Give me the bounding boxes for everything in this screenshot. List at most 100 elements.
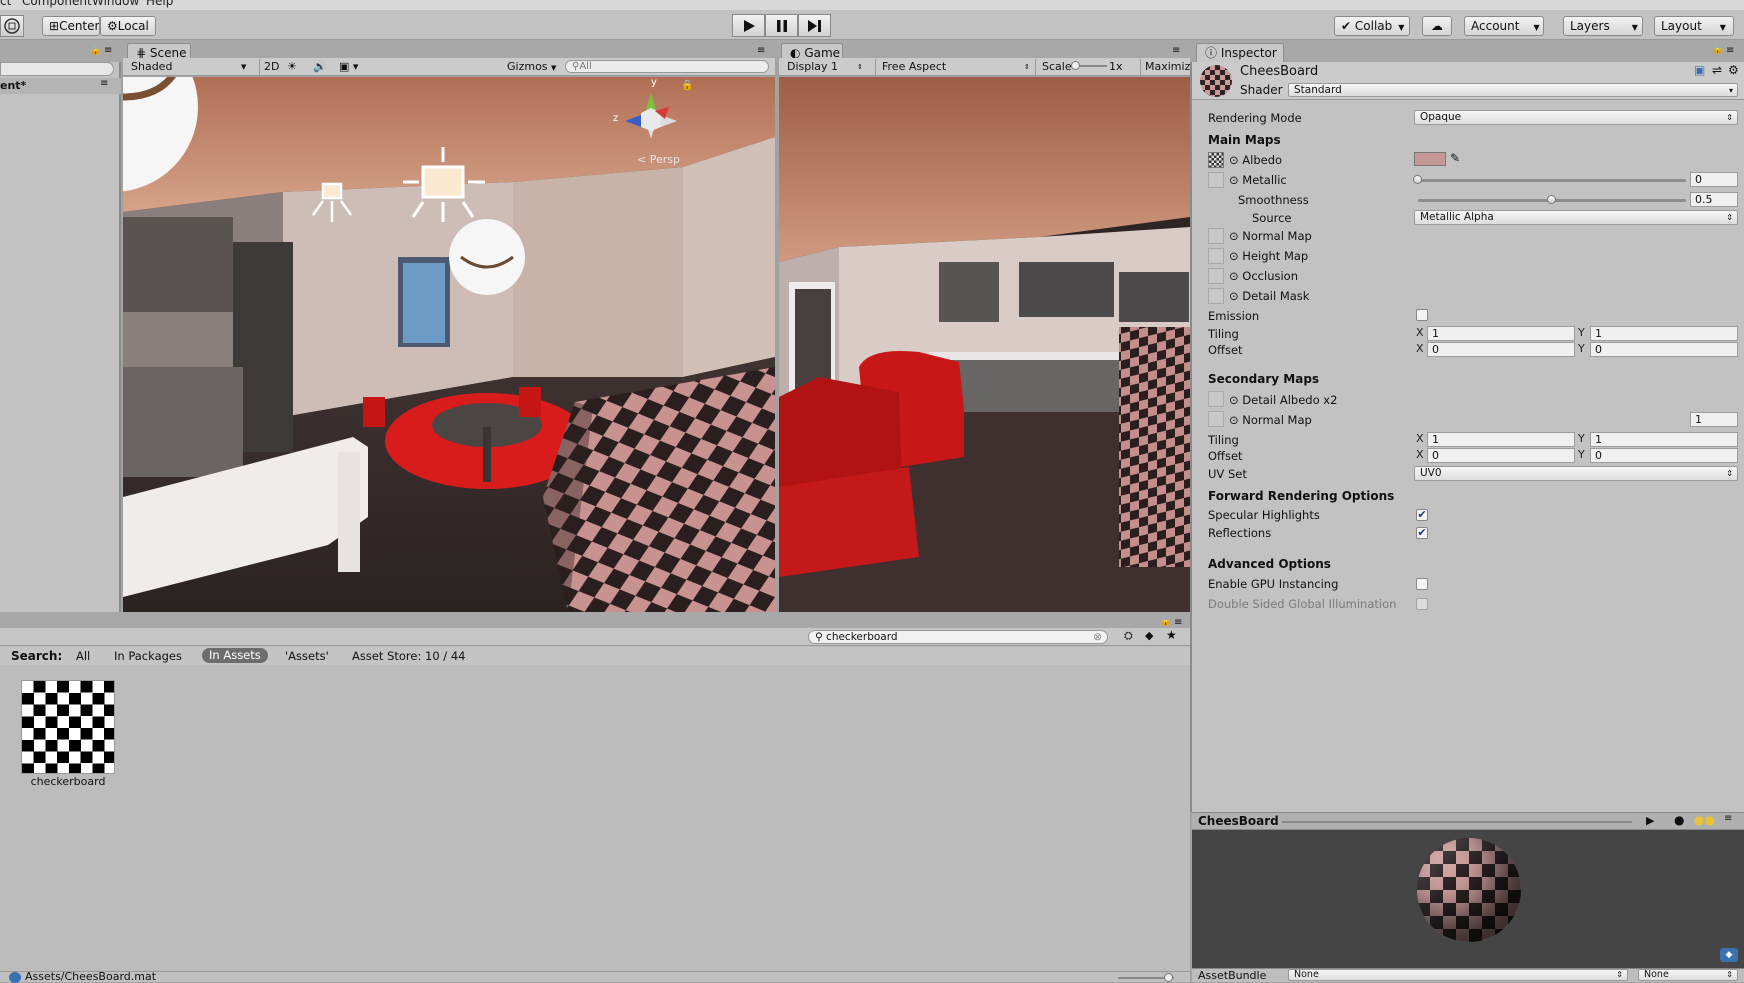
main-offset-x-field[interactable]: 0 xyxy=(1427,342,1575,357)
albedo-texture-slot[interactable] xyxy=(1208,152,1224,168)
filter-in-packages[interactable]: In Packages xyxy=(114,649,182,663)
audio-toggle-icon[interactable]: 🔊 xyxy=(313,59,327,75)
scale-slider-knob[interactable] xyxy=(1071,61,1080,70)
occlusion-slot[interactable] xyxy=(1208,268,1224,284)
normal-map-text: Normal Map xyxy=(1242,229,1312,243)
detail-albedo-slot[interactable] xyxy=(1208,391,1224,407)
help-icon[interactable]: ▣ xyxy=(1694,63,1705,77)
menu-item-window[interactable]: Window xyxy=(92,0,139,8)
account-dropdown[interactable]: Account ▼ xyxy=(1464,16,1544,36)
asset-thumbnail-checkerboard[interactable] xyxy=(21,680,115,774)
preset-icon[interactable]: ⇌ xyxy=(1712,63,1722,77)
preview-play-icon[interactable]: ▶ xyxy=(1646,814,1654,827)
emission-checkbox[interactable] xyxy=(1416,309,1428,321)
pivot-local-button[interactable]: ⚙Local xyxy=(100,16,156,36)
gear-icon[interactable]: ⚙ xyxy=(1728,63,1739,77)
game-viewport[interactable] xyxy=(779,77,1190,612)
metallic-value-field[interactable]: 0 xyxy=(1690,172,1738,187)
height-map-slot[interactable] xyxy=(1208,248,1224,264)
lock-icon[interactable]: 🔒 xyxy=(1712,45,1723,55)
filter-all[interactable]: All xyxy=(76,649,90,663)
thumbnail-size-knob[interactable] xyxy=(1164,973,1173,982)
gizmos-dropdown[interactable]: Gizmos ▼ xyxy=(507,59,556,76)
source-dropdown[interactable]: Metallic Alpha ⇕ xyxy=(1414,210,1738,225)
smoothness-slider-knob[interactable] xyxy=(1547,195,1556,204)
material-preview-area[interactable]: ◆ xyxy=(1192,830,1744,968)
collab-button[interactable]: ✔ Collab ▼ xyxy=(1334,16,1410,36)
eyedropper-icon[interactable]: ✎ xyxy=(1450,151,1460,165)
panel-menu-icon[interactable]: ≡ xyxy=(1172,45,1180,56)
menu-item-help[interactable]: Help xyxy=(146,0,173,8)
filter-assets-folder[interactable]: 'Assets' xyxy=(285,649,329,663)
hierarchy-scene-row[interactable]: ent* ≡ xyxy=(0,78,121,94)
panel-menu-icon[interactable]: ≡ xyxy=(757,45,765,56)
metallic-slider-knob[interactable] xyxy=(1413,175,1422,184)
metallic-slider[interactable] xyxy=(1418,179,1686,182)
main-tiling-y-field[interactable]: 1 xyxy=(1590,326,1738,341)
shading-mode-dropdown[interactable]: Shaded ▼ xyxy=(131,59,249,75)
lock-icon[interactable]: 🔒 xyxy=(90,46,101,56)
step-button[interactable] xyxy=(798,14,831,37)
layout-dropdown[interactable]: Layout ▼ xyxy=(1654,16,1734,36)
2d-toggle[interactable]: 2D xyxy=(259,59,279,75)
sec-offset-x-field[interactable]: 0 xyxy=(1427,448,1575,463)
gizmo-lock-icon[interactable]: 🔒 xyxy=(681,80,693,91)
transform-tool-button[interactable] xyxy=(0,15,24,37)
reflections-checkbox[interactable]: ✔ xyxy=(1416,527,1428,539)
tab-inspector[interactable]: ⓘ Inspector xyxy=(1196,43,1284,62)
gpu-instancing-checkbox[interactable] xyxy=(1416,578,1428,590)
pivot-center-button[interactable]: ⊞Center xyxy=(42,16,100,36)
preview-lights-icon[interactable]: ●● xyxy=(1694,813,1715,827)
assetbundle-dropdown[interactable]: None ⇕ xyxy=(1288,969,1628,981)
sec-offset-y-field[interactable]: 0 xyxy=(1590,448,1738,463)
main-offset-y-field[interactable]: 0 xyxy=(1590,342,1738,357)
sec-tiling-y-field[interactable]: 1 xyxy=(1590,432,1738,447)
pause-button[interactable] xyxy=(765,14,798,37)
secondary-normal-slot[interactable] xyxy=(1208,411,1224,427)
smoothness-value-field[interactable]: 0.5 xyxy=(1690,192,1738,207)
shader-dropdown[interactable]: Standard ▾ xyxy=(1288,83,1738,97)
metallic-texture-slot[interactable] xyxy=(1208,172,1224,188)
aspect-dropdown[interactable]: Free Aspect ⇕ xyxy=(875,59,1031,75)
assetbundle-variant-dropdown[interactable]: None ⇕ xyxy=(1638,969,1738,981)
rendering-mode-dropdown[interactable]: Opaque ⇕ xyxy=(1414,110,1738,125)
clear-search-icon[interactable]: ⊗ xyxy=(1093,631,1102,643)
panel-menu-icon[interactable]: ≡ xyxy=(104,45,112,56)
favorite-star-icon[interactable]: ★ xyxy=(1166,628,1177,642)
panel-menu-icon[interactable]: ≡ xyxy=(1174,617,1182,628)
persp-label[interactable]: < Persp xyxy=(637,153,680,166)
scene-menu-icon[interactable]: ≡ xyxy=(100,78,108,89)
scene-search-input[interactable]: ⚲All xyxy=(565,60,769,73)
filter-by-label-icon[interactable]: ◆ xyxy=(1145,629,1153,642)
uv-set-dropdown[interactable]: UV0 ⇕ xyxy=(1414,466,1738,481)
layers-dropdown[interactable]: Layers ▼ xyxy=(1563,16,1643,36)
play-button[interactable] xyxy=(732,14,765,37)
albedo-color-swatch[interactable] xyxy=(1414,152,1446,166)
panel-menu-icon[interactable]: ≡ xyxy=(1726,45,1734,56)
menu-item-edit[interactable]: ct xyxy=(0,0,11,8)
specular-highlights-checkbox[interactable]: ✔ xyxy=(1416,509,1428,521)
normal-map-slot[interactable] xyxy=(1208,228,1224,244)
detail-mask-slot[interactable] xyxy=(1208,288,1224,304)
label-tag-icon[interactable]: ◆ xyxy=(1720,948,1738,962)
filter-in-assets[interactable]: In Assets xyxy=(202,648,268,663)
filter-asset-store[interactable]: Asset Store: 10 / 44 xyxy=(352,649,465,663)
sec-tiling-x-field[interactable]: 1 xyxy=(1427,432,1575,447)
preview-sphere-icon[interactable]: ● xyxy=(1674,813,1684,827)
effects-toggle-icon[interactable]: ▣ ▾ xyxy=(339,59,358,75)
menu-item-component[interactable]: Component xyxy=(22,0,92,8)
lighting-toggle-icon[interactable]: ☀ xyxy=(287,59,297,75)
axis-gizmo[interactable] xyxy=(611,83,691,153)
display-dropdown[interactable]: Display 1 ⇕ xyxy=(787,59,863,75)
maximize-toggle[interactable]: Maximize xyxy=(1140,59,1197,75)
project-search-input[interactable]: ⚲ checkerboard ⊗ xyxy=(808,630,1108,644)
main-tiling-x-field[interactable]: 1 xyxy=(1427,326,1575,341)
filter-by-type-icon[interactable]: ⛭ xyxy=(1124,629,1133,643)
cloud-button[interactable]: ☁ xyxy=(1422,16,1452,36)
hierarchy-search-input[interactable] xyxy=(0,62,114,76)
secondary-normal-scale-field[interactable]: 1 xyxy=(1690,412,1738,427)
scene-viewport[interactable]: y z 🔒 < Persp xyxy=(123,77,775,612)
asset-label[interactable]: checkerboard xyxy=(20,775,116,788)
panel-menu-icon[interactable]: ≡ xyxy=(1724,813,1732,824)
lock-icon[interactable]: 🔒 xyxy=(1160,617,1171,627)
